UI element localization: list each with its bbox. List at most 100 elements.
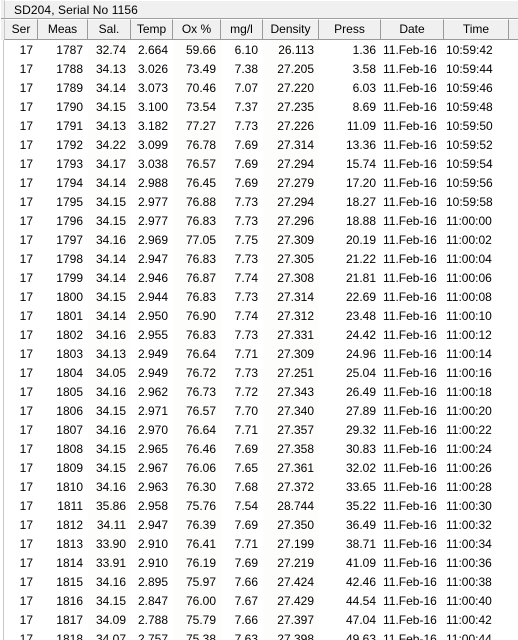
table-cell-temp: 2.958 (137, 499, 168, 513)
table-row[interactable]: 17 1800 34.15 2.944 76.83 7.73 27.314 22.69 11.F… (1, 288, 518, 307)
table-cell-sal: 34.15 (95, 100, 126, 114)
column-header-label: Temp (136, 22, 167, 36)
table-row[interactable]: 17 1796 34.15 2.977 76.83 7.73 27.296 18.88 11.F… (1, 212, 518, 231)
table-row[interactable]: 17 1790 34.15 3.100 73.54 7.37 27.235 8.69 11.Fe… (1, 98, 518, 117)
table-cell-mgl: 7.69 (234, 176, 258, 190)
table-row[interactable]: 17 1803 34.13 2.949 76.64 7.71 27.309 24.96 11.F… (1, 345, 518, 364)
table-cell-press: 22.69 (345, 290, 376, 304)
table-cell-mgl: 7.69 (234, 518, 258, 532)
table-cell-temp: 2.664 (137, 43, 168, 57)
table-cell-sal: 34.16 (95, 233, 126, 247)
table-cell-meas: 1816 (56, 594, 83, 608)
table-cell-ox: 76.78 (185, 138, 216, 152)
table-row[interactable]: 17 1816 34.15 2.847 76.00 7.67 27.429 44.54 11.F… (1, 592, 518, 611)
table-row[interactable]: 17 1788 34.13 3.026 73.49 7.38 27.205 3.58 11.Fe… (1, 60, 518, 79)
table-row[interactable]: 17 1794 34.14 2.988 76.45 7.69 27.279 17.20 11.F… (1, 174, 518, 193)
table-row[interactable]: 17 1806 34.15 2.971 76.57 7.70 27.340 27.89 11.F… (1, 402, 518, 421)
table-cell-ser: 17 (19, 518, 33, 532)
table-cell-temp: 2.977 (137, 195, 168, 209)
table-row[interactable]: 17 1810 34.16 2.963 76.30 7.68 27.372 33.65 11.F… (1, 478, 518, 497)
table-cell-density: 27.220 (277, 81, 314, 95)
table-row[interactable]: 17 1791 34.13 3.182 77.27 7.73 27.226 11.09 11.F… (1, 117, 518, 136)
window-title-bar: SD204, Serial No 1156 (1, 0, 518, 19)
table-cell-date: 11.Feb-16 (383, 613, 437, 627)
table-cell-press: 47.04 (345, 613, 376, 627)
column-header-time[interactable]: Time (444, 19, 509, 40)
column-header-press[interactable]: Press (319, 19, 381, 40)
table-row[interactable]: 17 1813 33.90 2.910 76.41 7.71 27.199 38.71 11.F… (1, 535, 518, 554)
column-header-temp[interactable]: Temp (131, 19, 173, 40)
table-cell-meas: 1789 (56, 81, 83, 95)
table-cell-ox: 76.73 (185, 385, 216, 399)
table-row[interactable]: 17 1798 34.14 2.947 76.83 7.73 27.305 21.22 11.F… (1, 250, 518, 269)
column-header-label: Press (334, 22, 365, 36)
table-cell-density: 27.312 (277, 309, 314, 323)
column-header-ox[interactable]: Ox % (173, 19, 221, 40)
table-row[interactable]: 17 1789 34.14 3.073 70.46 7.07 27.220 6.03 11.Fe… (1, 79, 518, 98)
table-row[interactable]: 17 1793 34.17 3.038 76.57 7.69 27.294 15.74 11.F… (1, 155, 518, 174)
table-row[interactable]: 17 1818 34.07 2.757 75.38 7.63 27.398 49.63 11.F… (1, 630, 518, 640)
column-header-date[interactable]: Date (381, 19, 444, 40)
column-header-label: Ox % (181, 22, 212, 36)
table-row[interactable]: 17 1817 34.09 2.788 75.79 7.66 27.397 47.04 11.F… (1, 611, 518, 630)
table-cell-sal: 34.13 (95, 62, 126, 76)
table-cell-ser: 17 (19, 214, 33, 228)
table-cell-press: 24.42 (345, 328, 376, 342)
table-row[interactable]: 17 1799 34.14 2.946 76.87 7.74 27.308 21.81 11.F… (1, 269, 518, 288)
table-row[interactable]: 17 1814 33.91 2.910 76.19 7.69 27.219 41.09 11.F… (1, 554, 518, 573)
table-cell-ox: 76.72 (185, 366, 216, 380)
table-row[interactable]: 17 1805 34.16 2.962 76.73 7.72 27.343 26.49 11.F… (1, 383, 518, 402)
table-row[interactable]: 17 1795 34.15 2.977 76.88 7.73 27.294 18.27 11.F… (1, 193, 518, 212)
table-cell-ox: 76.57 (185, 404, 216, 418)
table-cell-ser: 17 (19, 176, 33, 190)
table-cell-date: 11.Feb-16 (383, 461, 437, 475)
column-header-meas[interactable]: Meas (38, 19, 88, 40)
table-cell-time: 11:00:18 (446, 385, 492, 399)
column-header-label: Density (270, 22, 311, 36)
table-row[interactable]: 17 1804 34.05 2.949 76.72 7.73 27.251 25.04 11.F… (1, 364, 518, 383)
column-header-label: Ser (11, 22, 31, 36)
table-cell-mgl: 7.71 (234, 347, 258, 361)
table-cell-temp: 2.788 (137, 613, 168, 627)
table-cell-ser: 17 (19, 233, 33, 247)
table-cell-sal: 34.16 (95, 575, 126, 589)
table-cell-sal: 34.16 (95, 423, 126, 437)
table-cell-time: 10:59:42 (446, 43, 493, 57)
table-cell-press: 24.96 (345, 347, 376, 361)
table-row[interactable]: 17 1802 34.16 2.955 76.83 7.73 27.331 24.42 11.F… (1, 326, 518, 345)
table-row[interactable]: 17 1792 34.22 3.099 76.78 7.69 27.314 13.36 11.F… (1, 136, 518, 155)
table-cell-meas: 1812 (56, 518, 83, 532)
table-row[interactable]: 17 1811 35.86 2.958 75.76 7.54 28.744 35.22 11.F… (1, 497, 518, 516)
table-cell-sal: 34.14 (95, 81, 126, 95)
table-cell-meas: 1799 (56, 271, 83, 285)
table-row[interactable]: 17 1815 34.16 2.895 75.97 7.66 27.424 42.46 11.F… (1, 573, 518, 592)
table-row[interactable]: 17 1801 34.14 2.950 76.90 7.74 27.312 23.48 11.F… (1, 307, 518, 326)
table-cell-temp: 2.949 (137, 347, 168, 361)
table-row[interactable]: 17 1808 34.15 2.965 76.46 7.69 27.358 30.83 11.F… (1, 440, 518, 459)
column-header-density[interactable]: Density (263, 19, 319, 40)
table-row[interactable]: 17 1807 34.16 2.970 76.64 7.71 27.357 29.32 11.F… (1, 421, 518, 440)
column-header-extra[interactable] (509, 19, 518, 40)
table-cell-temp: 3.073 (137, 81, 168, 95)
table-cell-press: 27.89 (345, 404, 376, 418)
table-cell-mgl: 7.66 (234, 575, 258, 589)
column-header-ser[interactable]: Ser (4, 19, 38, 40)
table-cell-density: 27.251 (277, 366, 314, 380)
table-cell-ser: 17 (19, 347, 33, 361)
table-cell-date: 11.Feb-16 (383, 290, 437, 304)
table-cell-density: 27.309 (277, 347, 314, 361)
table-cell-sal: 34.16 (95, 480, 126, 494)
table-row[interactable]: 17 1787 32.74 2.664 59.66 6.10 26.113 1.36 11.Fe… (1, 41, 518, 60)
table-cell-density: 27.235 (277, 100, 314, 114)
table-cell-ser: 17 (19, 271, 33, 285)
column-header-sal[interactable]: Sal. (88, 19, 131, 40)
table-body[interactable]: 17 1787 32.74 2.664 59.66 6.10 26.113 1.36 11.Fe… (1, 40, 518, 640)
column-header-mgl[interactable]: mg/l (221, 19, 263, 40)
table-cell-press: 18.27 (345, 195, 376, 209)
table-row[interactable]: 17 1809 34.15 2.967 76.06 7.65 27.361 32.02 11.F… (1, 459, 518, 478)
table-cell-date: 11.Feb-16 (383, 423, 437, 437)
table-cell-mgl: 7.73 (234, 119, 258, 133)
table-row[interactable]: 17 1797 34.16 2.969 77.05 7.75 27.309 20.19 11.F… (1, 231, 518, 250)
table-cell-temp: 3.099 (137, 138, 168, 152)
table-row[interactable]: 17 1812 34.11 2.947 76.39 7.69 27.350 36.49 11.F… (1, 516, 518, 535)
